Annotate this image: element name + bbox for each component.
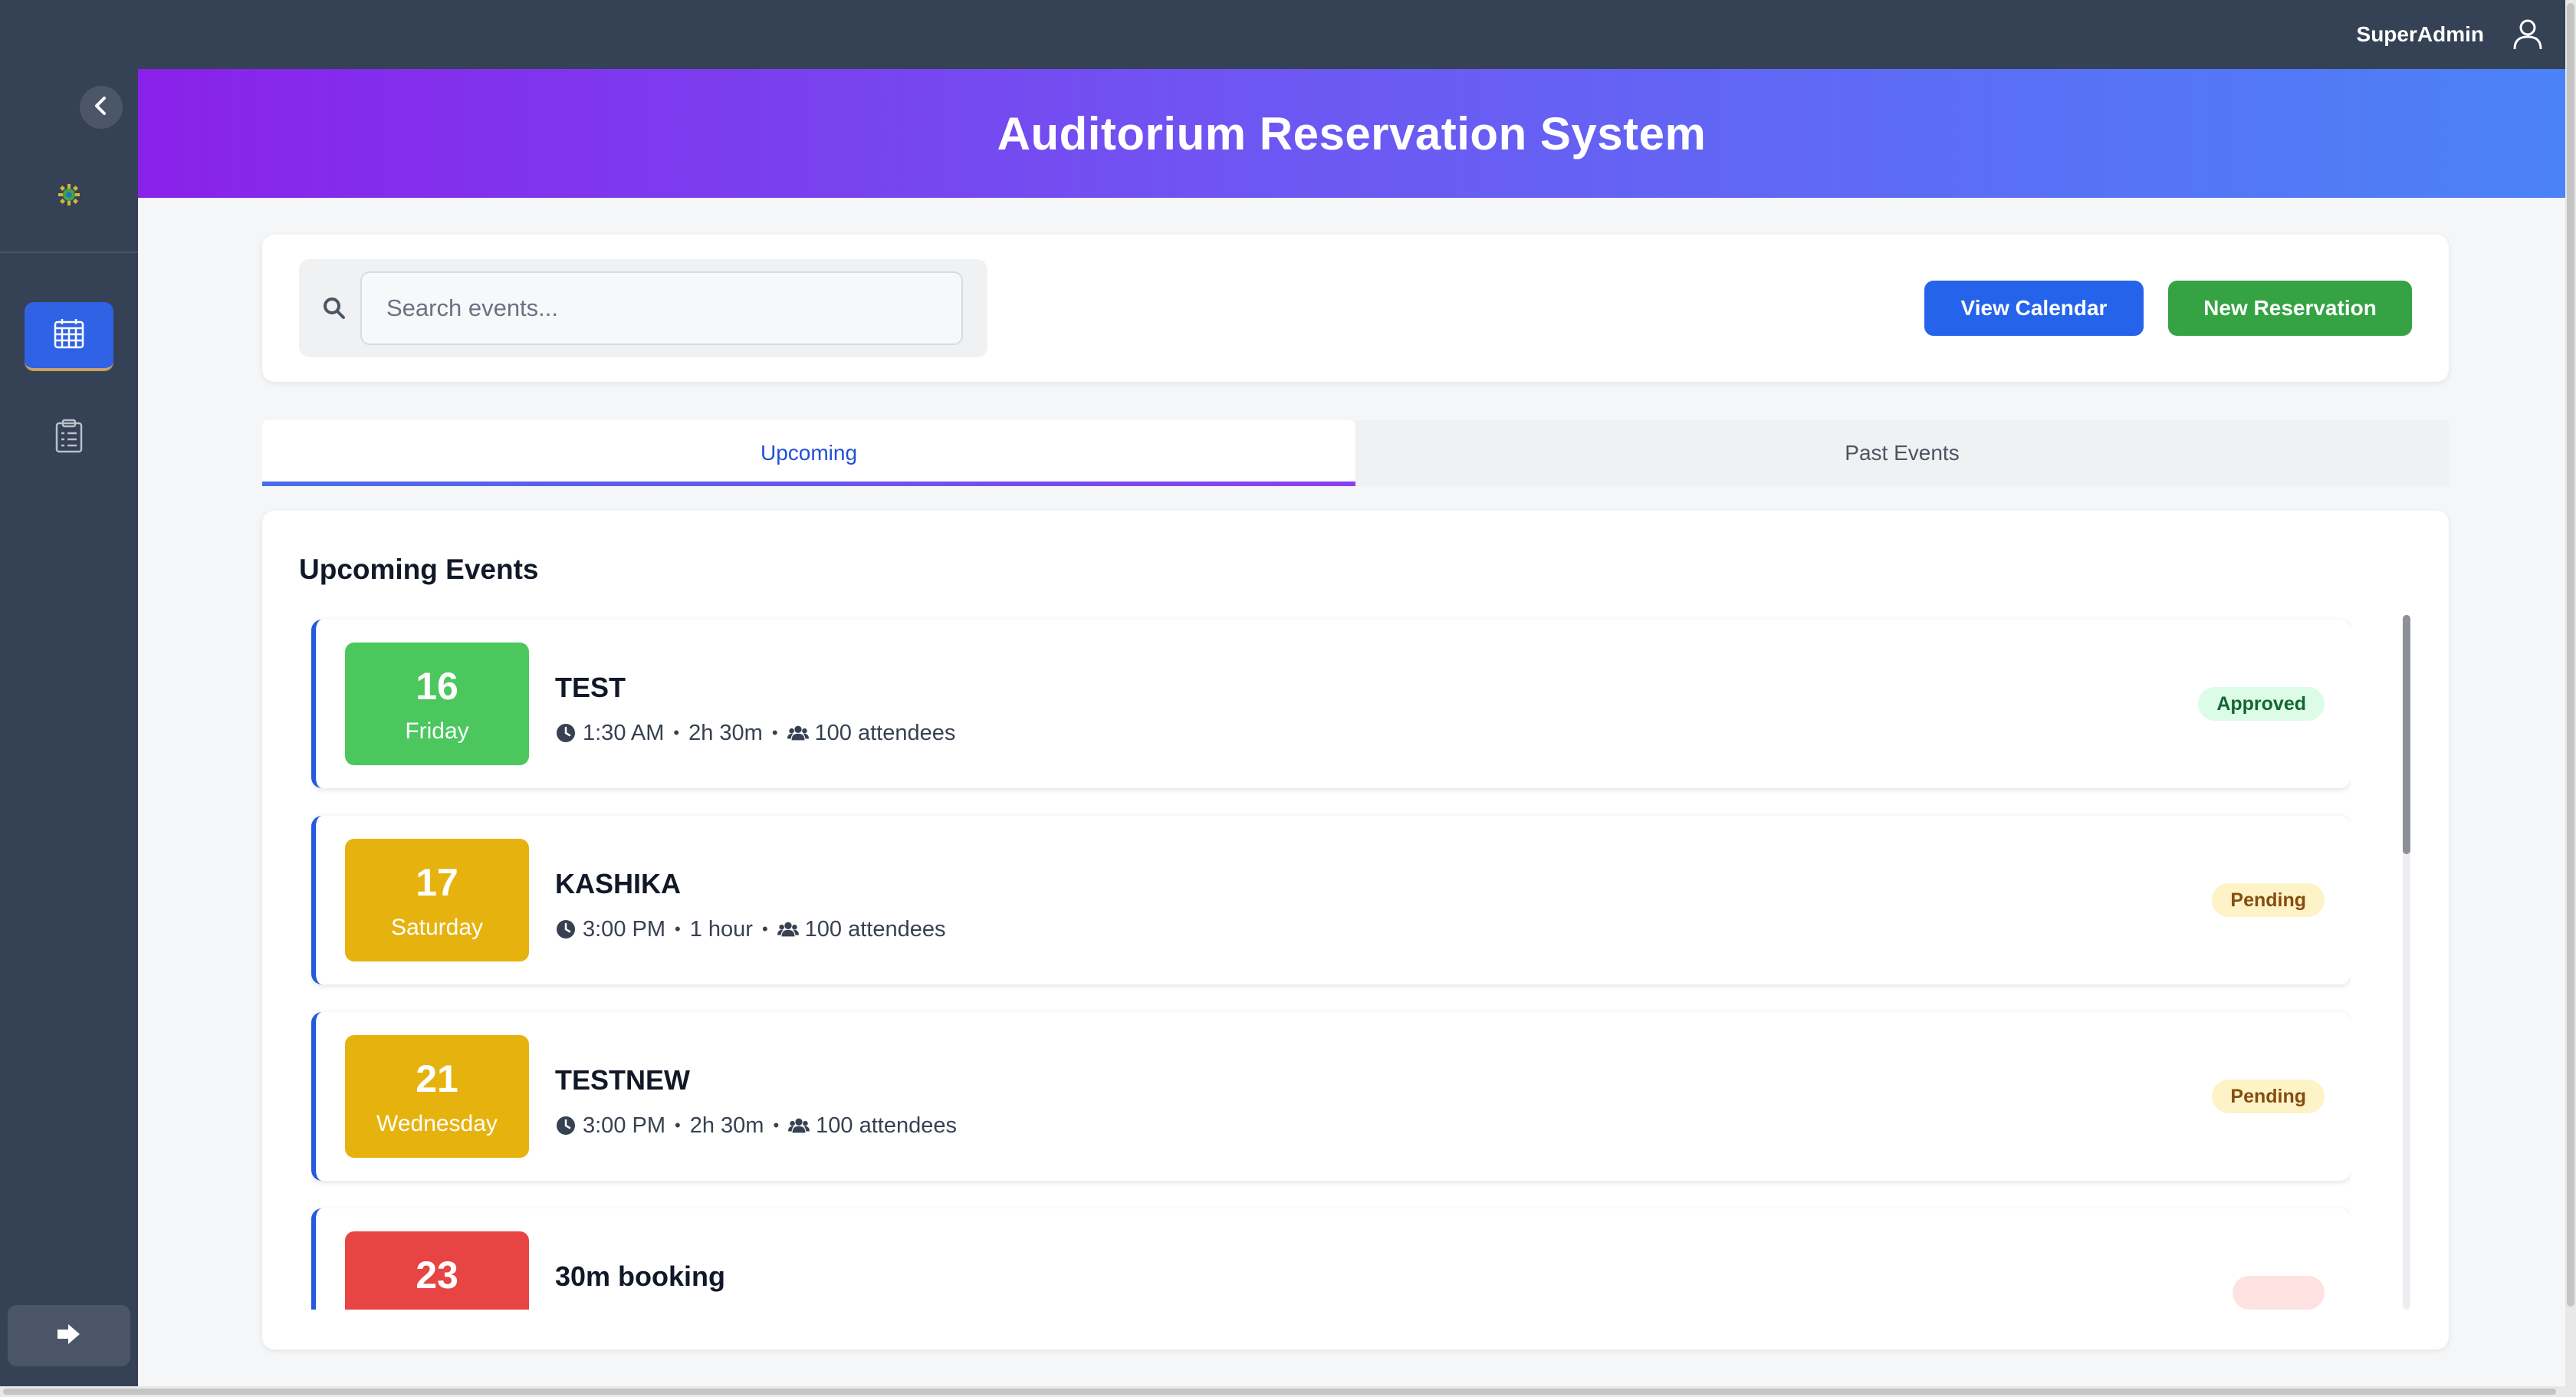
event-list[interactable]: 16 Friday TEST 1:30 AM • 2h 30m • 100 at…: [311, 615, 2351, 1310]
scrollbar-thumb[interactable]: [2567, 3, 2574, 1307]
event-name: TESTNEW: [555, 1064, 690, 1096]
sidebar-item-calendar[interactable]: [25, 302, 113, 371]
event-time: 1:30 AM: [583, 721, 665, 745]
clock-icon: [555, 722, 577, 744]
event-duration: 2h 30m: [688, 721, 763, 745]
separator-dot: •: [771, 723, 778, 742]
event-weekday: Wednesday: [376, 1111, 498, 1136]
scrollbar-thumb[interactable]: [2403, 615, 2410, 854]
event-date-box: 21 Wednesday: [345, 1035, 529, 1158]
event-duration: 2h 30m: [689, 1113, 764, 1138]
event-date-box: 16 Friday: [345, 643, 529, 765]
event-name: 30m booking: [555, 1261, 726, 1292]
event-day: 21: [416, 1057, 458, 1100]
event-card[interactable]: 16 Friday TEST 1:30 AM • 2h 30m • 100 at…: [311, 620, 2351, 788]
toolbar-card: View Calendar New Reservation: [262, 235, 2449, 382]
event-weekday: Saturday: [390, 915, 484, 940]
users-icon: [777, 919, 799, 940]
scrollbar-thumb[interactable]: [3, 1389, 2556, 1395]
sidebar-item-reservations[interactable]: [25, 403, 113, 472]
sidebar: [0, 69, 138, 1386]
event-meta: 3:00 PM • 2h 30m • 100 attendees: [555, 1113, 957, 1138]
event-date-box: 23: [345, 1231, 529, 1310]
users-icon: [787, 722, 809, 744]
event-attendees: 100 attendees: [816, 1113, 957, 1138]
gear-logo-icon: [55, 181, 83, 209]
separator-dot: •: [675, 919, 681, 938]
section-title: Upcoming Events: [299, 554, 539, 585]
top-bar: SuperAdmin: [0, 0, 2565, 69]
clipboard-icon: [54, 419, 84, 458]
user-icon[interactable]: [2510, 17, 2545, 52]
search-icon: [322, 296, 347, 320]
user-name[interactable]: SuperAdmin: [2357, 22, 2484, 47]
event-day: 17: [416, 861, 458, 904]
chevron-left-icon: [93, 96, 110, 120]
event-card[interactable]: 21 Wednesday TESTNEW 3:00 PM • 2h 30m • …: [311, 1012, 2351, 1181]
event-card[interactable]: 23 30m booking: [311, 1208, 2351, 1310]
status-badge: [2233, 1276, 2325, 1310]
horizontal-scrollbar[interactable]: [0, 1386, 2565, 1397]
calendar-icon: [52, 317, 86, 354]
event-day: 16: [416, 665, 458, 708]
page-title: Auditorium Reservation System: [997, 107, 1707, 159]
event-list-scrollbar[interactable]: [2403, 615, 2410, 1310]
logout-button[interactable]: [8, 1305, 130, 1366]
event-weekday: Friday: [405, 718, 469, 744]
event-meta: 3:00 PM • 1 hour • 100 attendees: [555, 917, 945, 942]
separator-dot: •: [675, 1116, 681, 1135]
event-attendees: 100 attendees: [814, 721, 956, 745]
event-name: TEST: [555, 672, 626, 703]
event-tabs: Upcoming Past Events: [262, 420, 2449, 486]
event-meta: 1:30 AM • 2h 30m • 100 attendees: [555, 721, 955, 745]
page-header: Auditorium Reservation System: [138, 69, 2565, 198]
logout-icon: [56, 1323, 82, 1349]
user-menu[interactable]: SuperAdmin: [2357, 0, 2545, 69]
status-badge: Pending: [2212, 883, 2325, 917]
users-icon: [788, 1115, 810, 1136]
separator-dot: •: [761, 919, 768, 938]
separator-dot: •: [673, 723, 680, 742]
event-time: 3:00 PM: [583, 1113, 665, 1138]
clock-icon: [555, 919, 577, 940]
event-day: 23: [416, 1254, 458, 1297]
status-badge: Pending: [2212, 1080, 2325, 1113]
event-duration: 1 hour: [689, 917, 753, 942]
event-attendees: 100 attendees: [804, 917, 946, 942]
event-card[interactable]: 17 Saturday KASHIKA 3:00 PM • 1 hour • 1…: [311, 816, 2351, 984]
event-name: KASHIKA: [555, 868, 682, 899]
new-reservation-button[interactable]: New Reservation: [2168, 281, 2412, 336]
status-badge: Approved: [2198, 687, 2325, 721]
event-time: 3:00 PM: [583, 917, 665, 942]
sidebar-divider: [0, 251, 138, 253]
events-panel: Upcoming Events 16 Friday TEST 1:30 AM •…: [262, 511, 2449, 1349]
tab-past-events[interactable]: Past Events: [1355, 420, 2449, 486]
tab-upcoming[interactable]: Upcoming: [262, 420, 1355, 486]
clock-icon: [555, 1115, 577, 1136]
view-calendar-button[interactable]: View Calendar: [1924, 281, 2144, 336]
sidebar-collapse-button[interactable]: [80, 86, 123, 129]
search-box: [299, 259, 987, 357]
event-date-box: 17 Saturday: [345, 839, 529, 961]
search-input[interactable]: [360, 271, 963, 345]
separator-dot: •: [773, 1116, 780, 1135]
page-scrollbar[interactable]: [2565, 0, 2576, 1397]
